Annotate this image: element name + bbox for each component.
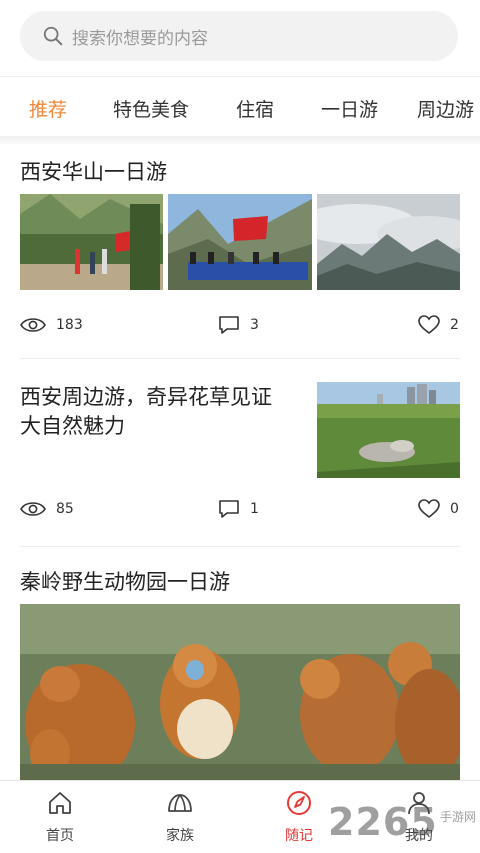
divider bbox=[20, 546, 460, 547]
likes-value: 0 bbox=[450, 501, 459, 517]
article-title: 西安华山一日游 bbox=[20, 160, 167, 184]
watermark-brand: 2265 bbox=[328, 800, 438, 844]
search-icon bbox=[43, 26, 63, 46]
tabs-shadow bbox=[0, 136, 480, 144]
article-title-line1: 西安周边游，奇异花草见证 bbox=[20, 385, 272, 409]
nav-notes[interactable]: 随记 bbox=[259, 789, 339, 845]
comments-value: 1 bbox=[250, 501, 259, 517]
nav-home-label: 首页 bbox=[46, 828, 74, 844]
article-image bbox=[20, 604, 460, 780]
article-title: 秦岭野生动物园一日游 bbox=[20, 570, 230, 594]
comments-count[interactable]: 1 bbox=[218, 499, 259, 519]
watermark-sub: 手游网 bbox=[440, 810, 477, 824]
eye-icon bbox=[20, 502, 46, 516]
category-tabs: 推荐 特色美食 住宿 一日游 周边游 bbox=[0, 76, 480, 136]
divider bbox=[20, 358, 460, 359]
tab-lodging[interactable]: 住宿 bbox=[236, 95, 274, 122]
tab-nearby[interactable]: 周边游 bbox=[417, 95, 474, 122]
compass-icon bbox=[287, 791, 311, 815]
likes-value: 2 bbox=[450, 317, 459, 333]
eye-icon bbox=[20, 318, 46, 332]
article-image bbox=[168, 194, 312, 290]
tab-food[interactable]: 特色美食 bbox=[113, 95, 189, 122]
article-image bbox=[317, 194, 460, 290]
tab-recommend[interactable]: 推荐 bbox=[29, 95, 67, 122]
search-bar-container: 搜索你想要的内容 bbox=[0, 0, 480, 70]
views-value: 85 bbox=[56, 501, 74, 517]
search-input[interactable]: 搜索你想要的内容 bbox=[20, 11, 458, 61]
comments-count[interactable]: 3 bbox=[218, 315, 259, 335]
nav-notes-label: 随记 bbox=[285, 828, 313, 844]
article-image bbox=[20, 194, 163, 290]
comment-icon bbox=[219, 316, 239, 334]
views-count: 85 bbox=[20, 500, 74, 518]
likes-count[interactable]: 0 bbox=[418, 499, 459, 519]
nav-family-label: 家族 bbox=[166, 828, 194, 844]
home-icon bbox=[49, 792, 71, 814]
views-value: 183 bbox=[56, 317, 83, 333]
tent-icon bbox=[168, 794, 192, 812]
likes-count[interactable]: 2 bbox=[418, 315, 459, 335]
nav-family[interactable]: 家族 bbox=[140, 789, 220, 845]
search-placeholder: 搜索你想要的内容 bbox=[72, 28, 208, 49]
heart-icon bbox=[418, 499, 440, 519]
article-image bbox=[317, 382, 460, 478]
nav-home[interactable]: 首页 bbox=[20, 789, 100, 845]
heart-icon bbox=[418, 315, 440, 335]
comment-icon bbox=[219, 500, 239, 518]
article-title-line2: 大自然魅力 bbox=[20, 414, 125, 438]
tab-day-trip[interactable]: 一日游 bbox=[321, 95, 378, 122]
comments-value: 3 bbox=[250, 317, 259, 333]
views-count: 183 bbox=[20, 316, 83, 334]
